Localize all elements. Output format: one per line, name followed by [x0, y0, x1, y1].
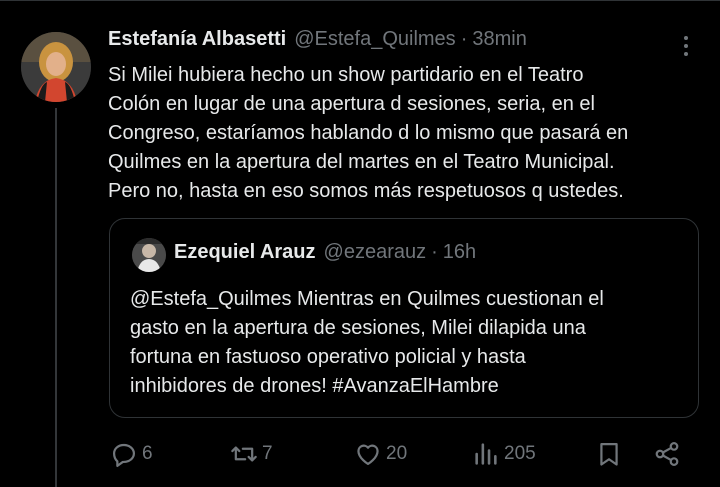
bookmark-icon	[600, 442, 618, 466]
reply-button[interactable]: 6	[110, 436, 153, 472]
analytics-icon	[475, 443, 497, 465]
quoted-author-avatar[interactable]	[132, 238, 166, 272]
author-avatar[interactable]	[21, 32, 91, 102]
reply-count: 6	[142, 443, 153, 464]
tweet[interactable]: Estefanía Albasetti @Estefa_Quilmes · 38…	[108, 28, 708, 206]
like-button[interactable]: 20	[354, 436, 407, 472]
bookmark-button[interactable]	[595, 436, 623, 472]
quoted-tweet[interactable]: Ezequiel Arauz @ezearauz · 16h @Estefa_Q…	[109, 218, 699, 418]
retweet-icon	[231, 446, 257, 462]
views-button[interactable]: 205	[472, 436, 536, 472]
quoted-author-name[interactable]: Ezequiel Arauz	[174, 241, 316, 264]
quoted-tweet-header: Ezequiel Arauz @ezearauz · 16h	[174, 241, 476, 264]
tweet-header: Estefanía Albasetti @Estefa_Quilmes · 38…	[108, 28, 708, 60]
tweet-actions: 6 7 20 205	[108, 436, 698, 472]
retweet-count: 7	[262, 443, 273, 464]
author-avatar-image	[21, 32, 91, 102]
tweet-text: Si Milei hubiera hecho un show partidari…	[108, 61, 698, 206]
more-options-button[interactable]	[683, 36, 689, 58]
quoted-tweet-text: @Estefa_Quilmes Mientras en Quilmes cues…	[130, 285, 604, 401]
header-separator: ·	[460, 28, 468, 50]
quoted-text-line: @Estefa_Quilmes Mientras en Quilmes cues…	[130, 288, 604, 310]
quoted-text-line: gasto en la apertura de sesiones, Milei …	[130, 317, 586, 339]
author-name[interactable]: Estefanía Albasetti	[108, 28, 286, 51]
tweet-text-line: Pero no, hasta en eso somos más respetuo…	[108, 180, 624, 202]
top-divider	[0, 0, 720, 1]
view-count: 205	[504, 443, 536, 464]
share-button[interactable]	[653, 436, 681, 472]
quoted-header-separator: ·	[431, 241, 438, 263]
retweet-button[interactable]: 7	[230, 436, 273, 472]
tweet-time[interactable]: 38min	[472, 28, 526, 51]
tweet-text-line: Congreso, estaríamos hablando d lo mismo…	[108, 122, 629, 144]
tweet-text-line: Colón en lugar de una apertura d sesione…	[108, 93, 595, 115]
reply-icon	[112, 443, 136, 468]
quoted-text-line: inhibidores de drones! #AvanzaElHambre	[130, 375, 499, 397]
author-handle[interactable]: @Estefa_Quilmes	[294, 28, 455, 51]
quoted-text-line: fortuna en fastuoso operativo policial y…	[130, 346, 526, 368]
heart-icon	[357, 444, 379, 466]
tweet-text-line: Quilmes en la apertura del martes en el …	[108, 151, 615, 173]
quoted-author-handle[interactable]: @ezearauz	[324, 241, 427, 264]
quoted-avatar-image	[132, 238, 166, 272]
tweet-text-line: Si Milei hubiera hecho un show partidari…	[108, 64, 584, 86]
quoted-tweet-time[interactable]: 16h	[443, 241, 476, 264]
share-icon	[655, 442, 679, 466]
thread-line	[55, 108, 57, 487]
more-icon	[684, 36, 688, 40]
like-count: 20	[386, 443, 408, 464]
